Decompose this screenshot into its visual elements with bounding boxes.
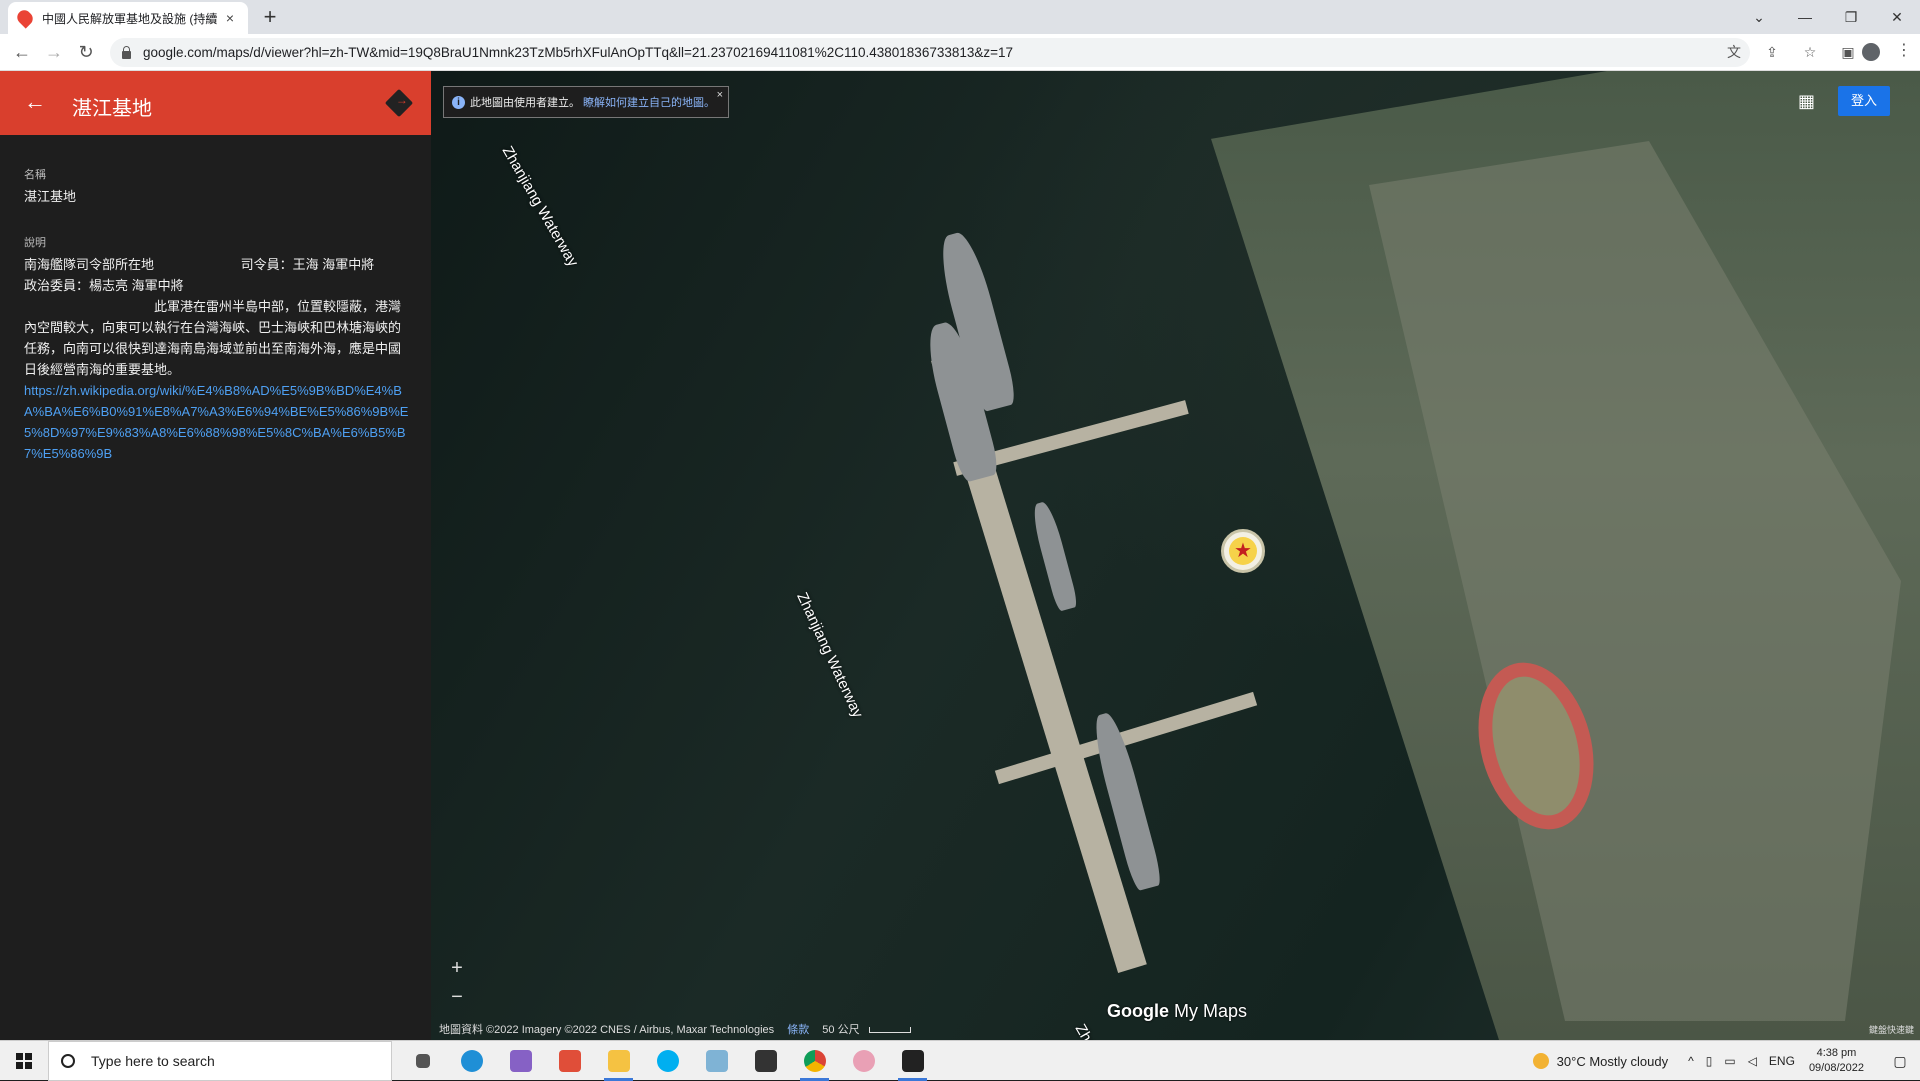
tab-search-icon[interactable]: ⌄ — [1736, 0, 1782, 34]
terms-link[interactable]: 條款 — [787, 1024, 809, 1036]
place-title: 湛江基地 — [72, 98, 152, 120]
zoom-out-button[interactable]: − — [445, 985, 469, 1009]
search-icon — [61, 1053, 75, 1068]
address-bar[interactable]: google.com/maps/d/viewer?hl=zh-TW&mid=19… — [110, 38, 1750, 67]
satellite-map[interactable]: Zhanjiang Waterway Zhanjiang Waterway Zh… — [431, 71, 1920, 1040]
new-tab-button[interactable]: + — [258, 6, 282, 28]
user-map-notice: i 此地圖由使用者建立。 瞭解如何建立自己的地圖。 × — [443, 86, 729, 118]
place-marker[interactable]: ★ — [1221, 529, 1265, 573]
clock-date: 09/08/2022 — [1808, 1062, 1864, 1074]
window-controls: ⌄ — ❐ ✕ — [1736, 0, 1920, 34]
description-text: 南海艦隊司令部所在地 司令員：王海 海軍中將 政治委員：楊志亮 海軍中將 此軍港… — [24, 257, 402, 377]
waterway-label: Zhanjiang Waterway — [498, 143, 582, 270]
snipping-icon[interactable] — [839, 1041, 888, 1081]
bookmark-star-icon[interactable]: ☆ — [1798, 40, 1822, 64]
task-view-icon[interactable] — [398, 1041, 447, 1081]
mymaps-wordmark: My Maps — [1174, 1001, 1248, 1021]
visual-studio-icon[interactable] — [496, 1041, 545, 1081]
weather-icon — [1532, 1053, 1549, 1069]
skype-icon[interactable] — [643, 1041, 692, 1081]
translate-icon[interactable]: 文 — [1722, 40, 1746, 64]
windows-logo-icon — [16, 1052, 32, 1069]
tray-icons: ^ ▯ ▭ ◁ ENG — [1688, 1054, 1795, 1068]
file-explorer-icon[interactable] — [594, 1041, 643, 1081]
zoom-in-button[interactable]: + — [445, 956, 469, 980]
windows-taskbar: Type here to search 30°C Mostly cloudy ^… — [0, 1040, 1920, 1081]
lock-icon — [122, 45, 131, 59]
remote-app-icon[interactable] — [545, 1041, 594, 1081]
name-label: 名稱 — [24, 169, 46, 181]
google-mymaps-logo: Google My Maps — [1107, 1001, 1247, 1022]
learn-more-link[interactable]: 瞭解如何建立自己的地圖。 — [583, 94, 715, 110]
profile-avatar-icon[interactable] — [1862, 43, 1880, 61]
signin-button[interactable]: 登入 — [1838, 86, 1890, 116]
info-icon: i — [452, 95, 465, 109]
browser-menu-icon[interactable]: ⋮ — [1896, 40, 1912, 60]
scale-bar — [868, 1027, 911, 1034]
omnibox-actions: 文 ⇪ ☆ ▣ — [1722, 40, 1860, 64]
terminal-icon[interactable] — [741, 1041, 790, 1081]
panel-body: 名稱 湛江基地 說明 南海艦隊司令部所在地 司令員：王海 海軍中將 政治委員：楊… — [0, 135, 431, 464]
back-icon[interactable]: ← — [10, 40, 34, 64]
keyboard-shortcuts-link[interactable]: 鍵盤快速鍵 — [1869, 1023, 1914, 1036]
waterway-label: Zha — [1071, 1021, 1100, 1040]
search-placeholder: Type here to search — [91, 1052, 215, 1069]
place-details-panel: ← 湛江基地 名稱 湛江基地 說明 南海艦隊司令部所在地 司令員：王海 海軍中將… — [0, 71, 431, 1040]
weather-text: 30°C Mostly cloudy — [1556, 1053, 1669, 1069]
maps-pin-icon — [14, 7, 36, 29]
clock[interactable]: 4:38 pm 09/08/2022 — [1809, 1046, 1864, 1076]
battery-icon[interactable]: ▯ — [1706, 1054, 1713, 1068]
notification-icon[interactable]: ▢ — [1880, 1053, 1920, 1070]
map-attribution: 地圖資料 ©2022 Imagery ©2022 CNES / Airbus, … — [439, 1020, 911, 1040]
minimize-icon[interactable]: — — [1782, 0, 1828, 34]
notice-close-icon[interactable]: × — [717, 89, 723, 101]
chrome-icon[interactable] — [790, 1041, 839, 1081]
ship — [1029, 500, 1079, 612]
app-icon[interactable] — [692, 1041, 741, 1081]
network-icon[interactable]: ▭ — [1724, 1054, 1735, 1068]
weather-widget[interactable]: 30°C Mostly cloudy — [1532, 1053, 1669, 1069]
edge-icon[interactable] — [447, 1041, 496, 1081]
directions-icon[interactable] — [384, 88, 414, 118]
wikipedia-link[interactable]: https://zh.wikipedia.org/wiki/%E4%B8%AD%… — [24, 380, 409, 464]
forward-icon[interactable]: → — [42, 40, 66, 64]
description-label: 說明 — [24, 237, 46, 249]
notice-text: 此地圖由使用者建立。 — [470, 97, 580, 109]
extensions-icon[interactable]: ▣ — [1836, 40, 1860, 64]
url-text: google.com/maps/d/viewer?hl=zh-TW&mid=19… — [143, 45, 1014, 60]
tab-title: 中國人民解放軍基地及設施 (持續 — [42, 11, 218, 26]
waterway-label: Zhanjiang Waterway — [793, 589, 867, 721]
chevron-up-icon[interactable]: ^ — [1688, 1054, 1694, 1068]
share-icon[interactable]: ⇪ — [1760, 40, 1784, 64]
restore-icon[interactable]: ❐ — [1828, 0, 1874, 34]
scale-label: 50 公尺 — [822, 1024, 860, 1036]
browser-toolbar: ← → ↻ google.com/maps/d/viewer?hl=zh-TW&… — [0, 34, 1920, 71]
apps-grid-icon[interactable]: ▦ — [1798, 91, 1815, 112]
taskbar-search[interactable]: Type here to search — [48, 1040, 392, 1081]
back-arrow-icon[interactable]: ← — [24, 89, 46, 115]
name-value: 湛江基地 — [24, 189, 77, 204]
pinned-apps — [398, 1041, 937, 1081]
browser-tab-strip: 中國人民解放軍基地及設施 (持續 × + ⌄ — ❐ ✕ — [0, 0, 1920, 34]
google-wordmark: Google — [1107, 1001, 1169, 1021]
language-indicator[interactable]: ENG — [1769, 1054, 1795, 1068]
reload-icon[interactable]: ↻ — [74, 40, 98, 64]
sticky-notes-icon[interactable] — [888, 1041, 937, 1081]
tab-close-icon[interactable]: × — [222, 10, 238, 26]
star-icon: ★ — [1229, 537, 1257, 565]
browser-tab[interactable]: 中國人民解放軍基地及設施 (持續 × — [8, 2, 248, 34]
system-tray: 30°C Mostly cloudy ^ ▯ ▭ ◁ ENG 4:38 pm 0… — [1532, 1041, 1920, 1081]
start-button[interactable] — [0, 1041, 48, 1081]
clock-time: 4:38 pm — [1816, 1047, 1857, 1059]
attribution-text: 地圖資料 ©2022 Imagery ©2022 CNES / Airbus, … — [439, 1024, 775, 1036]
panel-header: ← 湛江基地 — [0, 71, 431, 135]
close-window-icon[interactable]: ✕ — [1874, 0, 1920, 34]
volume-icon[interactable]: ◁ — [1748, 1054, 1757, 1068]
